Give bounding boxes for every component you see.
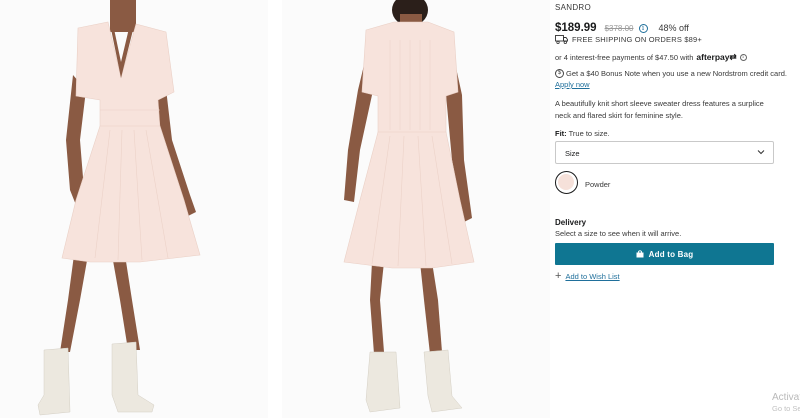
discount-badge: 48% off: [658, 23, 689, 33]
watermark-title: Activate Windows: [772, 392, 800, 403]
price-row: $189.99 $378.00 i 48% off: [555, 22, 689, 34]
product-image-back[interactable]: [282, 0, 550, 418]
plus-icon: +: [555, 270, 562, 282]
bag-icon: [636, 250, 644, 258]
original-price: $378.00: [604, 23, 634, 33]
free-shipping-text: FREE SHIPPING ON ORDERS $89+: [572, 35, 703, 44]
delivery-heading: Delivery: [555, 218, 587, 227]
product-description: A beautifully knit short sleeve sweater …: [555, 99, 764, 120]
apply-now-link[interactable]: Apply now: [555, 80, 590, 89]
size-dropdown[interactable]: Size: [555, 141, 774, 164]
delivery-text: Select a size to see when it will arrive…: [555, 229, 682, 238]
fit-value: True to size.: [568, 129, 610, 138]
afterpay-logo-mark: ⇄: [729, 52, 737, 62]
shipping-row: FREE SHIPPING ON ORDERS $89+: [555, 35, 702, 44]
afterpay-logo[interactable]: afterpay⇄: [696, 52, 736, 63]
afterpay-row: or 4 interest-free payments of $47.50 wi…: [555, 52, 747, 63]
color-swatch-powder[interactable]: [555, 171, 578, 194]
add-to-bag-button[interactable]: Add to Bag: [555, 243, 774, 265]
brand-name[interactable]: SANDRO: [555, 3, 591, 12]
info-icon[interactable]: i: [638, 23, 648, 33]
truck-icon: [555, 35, 568, 44]
afterpay-info-icon[interactable]: i: [739, 54, 747, 61]
add-to-wishlist-link[interactable]: + Add to Wish List: [555, 270, 620, 282]
product-image-front[interactable]: [0, 0, 268, 418]
model-back-illustration: [343, 0, 475, 413]
swatch-color-fill: [558, 174, 574, 190]
add-to-wishlist-label: Add to Wish List: [565, 272, 620, 281]
selected-color-name: Powder: [585, 180, 611, 189]
bonus-note-row: $ Get a $40 Bonus Note when you use a ne…: [555, 69, 787, 78]
sale-price: $189.99: [555, 22, 597, 34]
add-to-bag-label: Add to Bag: [648, 249, 694, 259]
windows-activation-watermark: Activate Windows Go to Settings to activ…: [772, 392, 800, 413]
dollar-icon: $: [555, 69, 564, 78]
afterpay-logo-text: afterpay: [696, 52, 730, 62]
model-front-illustration: [37, 0, 201, 416]
fit-info: Fit: True to size.: [555, 129, 610, 138]
watermark-subtitle: Go to Settings to activate Windows.: [772, 404, 800, 413]
chevron-down-icon: [757, 150, 765, 155]
afterpay-text: or 4 interest-free payments of $47.50 wi…: [555, 53, 694, 62]
size-dropdown-label: Size: [565, 149, 580, 158]
bonus-note-text: Get a $40 Bonus Note when you use a new …: [566, 69, 787, 78]
fit-label: Fit:: [555, 129, 567, 138]
